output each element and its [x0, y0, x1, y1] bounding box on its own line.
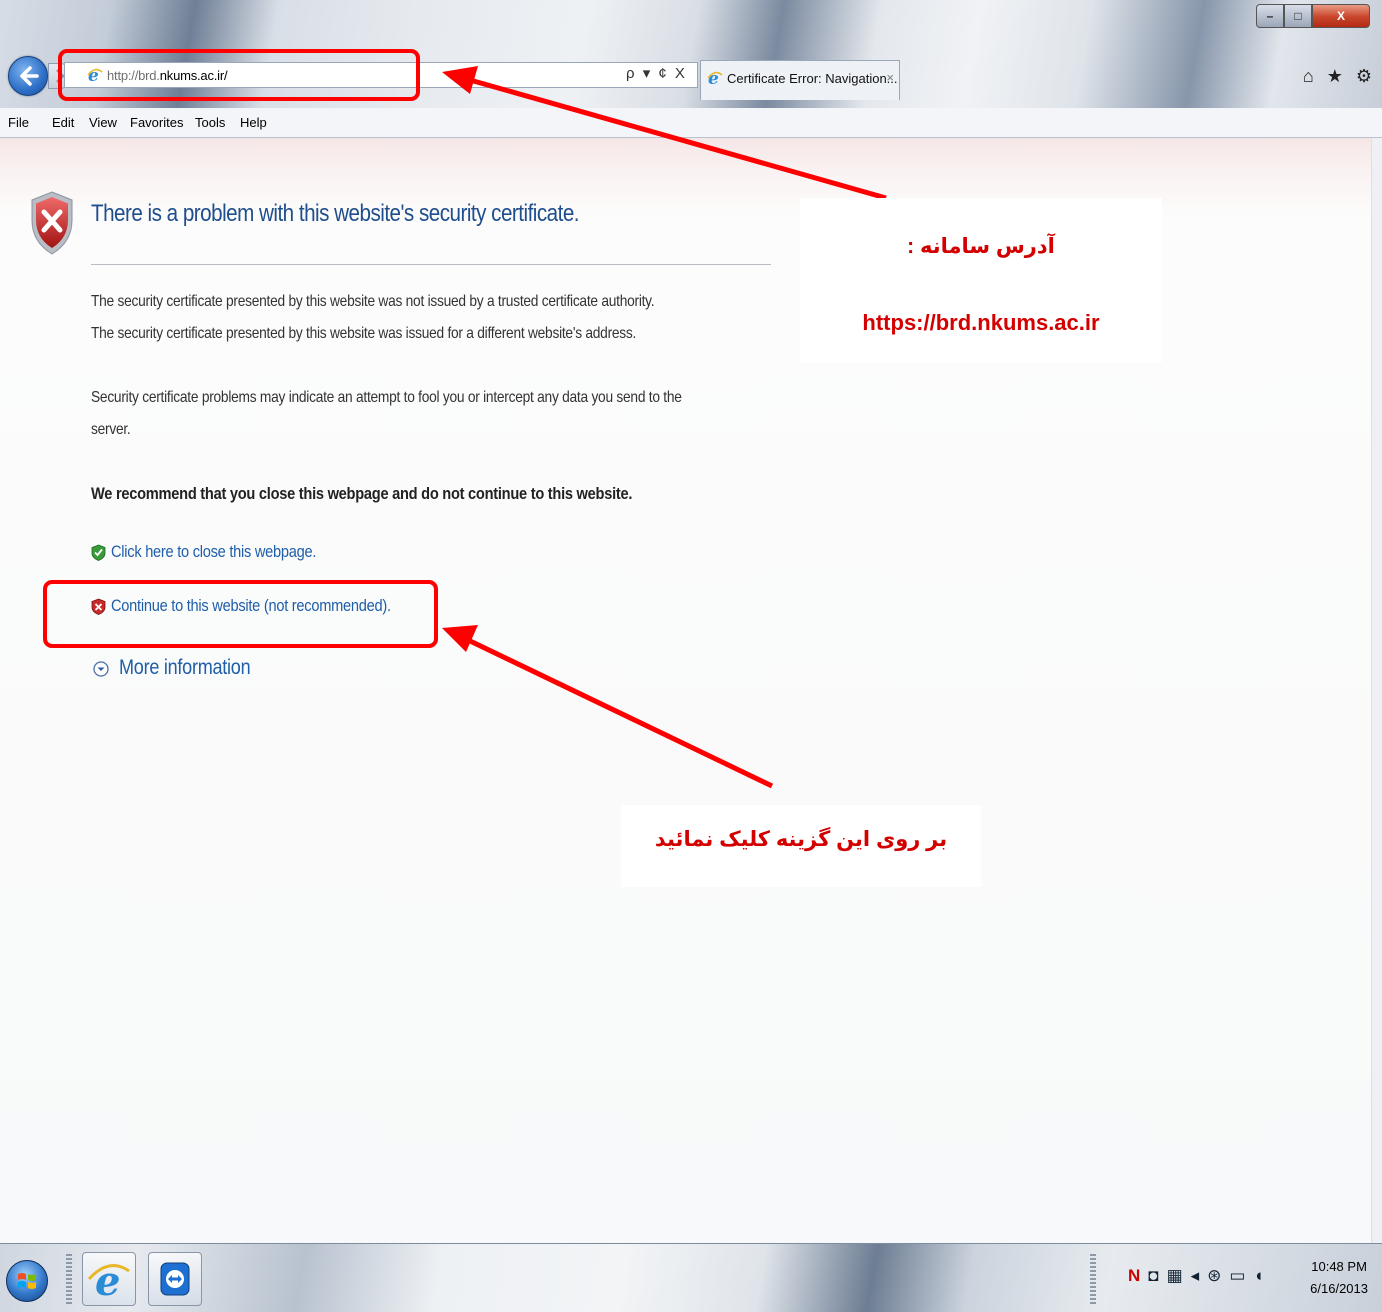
address-annotation-note: آدرس سامانه : https://brd.nkums.ac.ir [800, 198, 1162, 363]
taskbar-internet-explorer[interactable]: e [82, 1252, 136, 1306]
start-button[interactable] [6, 1260, 48, 1302]
windows-logo-icon [18, 1273, 36, 1289]
windows-taskbar: e N◘▦◂⊛▭◖ 10:48 PM 6/16/2013 [0, 1243, 1382, 1312]
tray-display-icon[interactable]: ▭ [1229, 1266, 1253, 1285]
arrow-to-address-bar [442, 66, 887, 201]
taskbar-teamviewer[interactable] [148, 1252, 202, 1306]
tray-flag-icon[interactable]: ◂ [1191, 1266, 1208, 1285]
notification-app-icon[interactable]: N [1128, 1266, 1148, 1285]
system-tray[interactable]: N◘▦◂⊛▭◖ [1128, 1266, 1272, 1286]
tray-updates-icon[interactable]: ⊛ [1207, 1266, 1229, 1285]
taskbar-grip-right [1090, 1254, 1096, 1304]
teamviewer-icon [160, 1262, 190, 1296]
address-annotation-label: آدرس سامانه : [907, 235, 1055, 258]
annotation-arrows [442, 66, 887, 789]
tray-shield-icon[interactable]: ◘ [1148, 1266, 1166, 1285]
click-annotation-note: بر روی این گزینه کلیک نمائید [621, 805, 981, 887]
internet-explorer-icon: e [87, 1258, 130, 1305]
taskbar-grip [66, 1254, 72, 1304]
clock-time: 10:48 PM [1311, 1259, 1367, 1274]
click-annotation-label: بر روی این گزینه کلیک نمائید [654, 828, 948, 851]
address-annotation-url: https://brd.nkums.ac.ir [862, 310, 1100, 335]
taskbar-clock[interactable]: 10:48 PM 6/16/2013 [1310, 1256, 1368, 1300]
tray-volume-muted-icon[interactable]: ◖ [1253, 1266, 1271, 1285]
tray-network-icon[interactable]: ▦ [1167, 1266, 1191, 1285]
arrow-to-continue-link [442, 625, 774, 789]
clock-date: 6/16/2013 [1310, 1281, 1368, 1296]
